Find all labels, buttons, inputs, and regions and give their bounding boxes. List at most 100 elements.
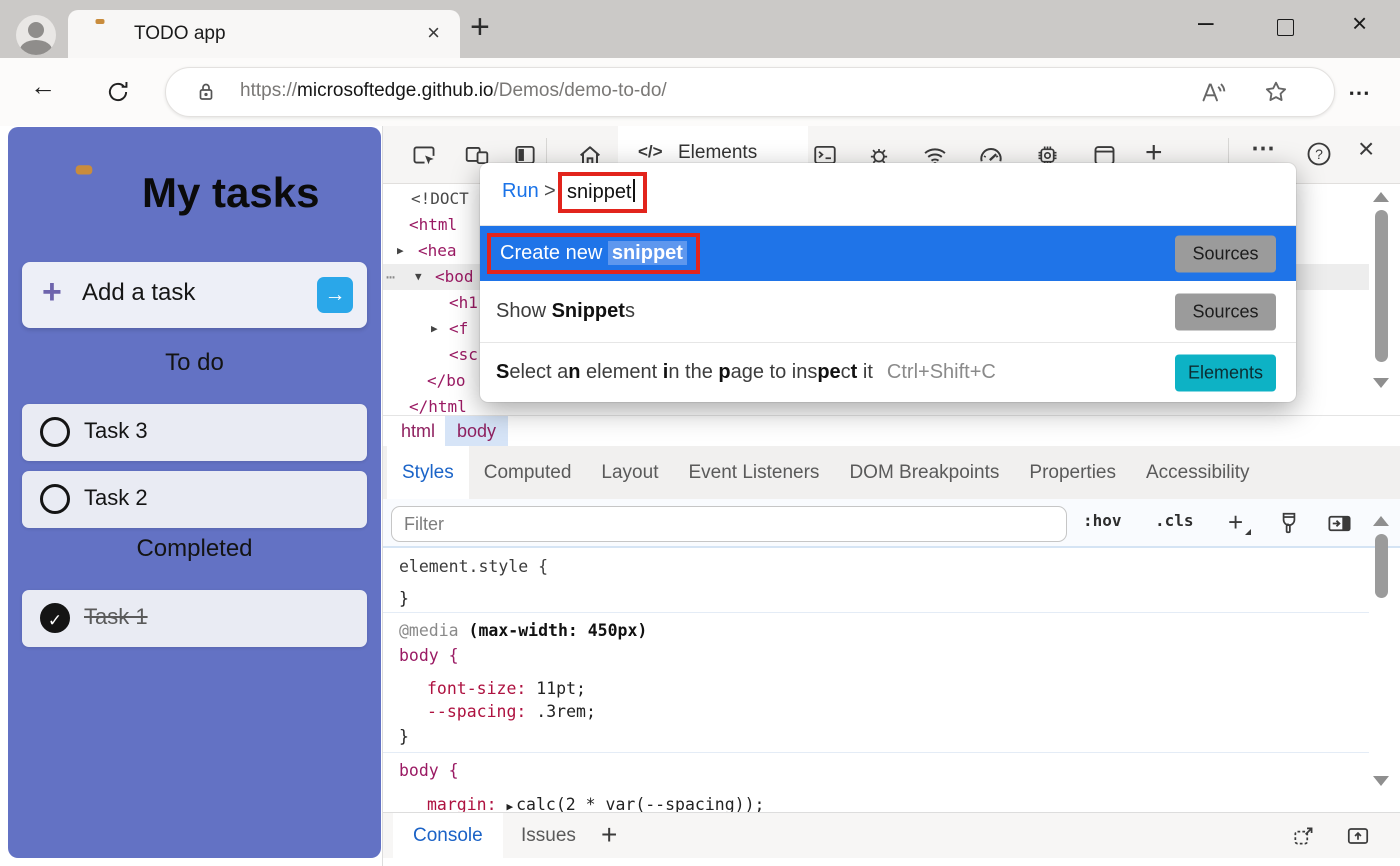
window-maximize-button[interactable] [1277, 19, 1294, 36]
new-style-rule-icon[interactable]: + [1228, 507, 1243, 538]
panel-badge-sources: Sources [1175, 293, 1276, 330]
command-chevron: > [544, 180, 556, 203]
result-create-new-snippet[interactable]: Create new snippet Sources [480, 226, 1296, 281]
inline-style-rule[interactable]: element.style { [399, 556, 548, 578]
tab-properties[interactable]: Properties [1014, 446, 1131, 499]
profile-avatar[interactable] [16, 15, 56, 55]
address-bar[interactable]: https://microsoftedge.github.io/Demos/de… [165, 67, 1335, 117]
open-computed-panel-icon[interactable] [1326, 510, 1353, 537]
devtools-drawer: Console Issues + [383, 812, 1400, 858]
command-mode-label: Run [502, 180, 539, 203]
styles-scrollbar-thumb[interactable] [1375, 534, 1388, 598]
help-icon[interactable]: ? [1305, 140, 1333, 168]
rule-close-brace: } [399, 726, 409, 748]
todo-section-heading: To do [8, 349, 381, 377]
panel-badge-sources: Sources [1175, 235, 1276, 272]
result-show-snippets[interactable]: Show Snippets Sources [480, 281, 1296, 342]
css-property[interactable]: --spacing: .3rem; [427, 701, 596, 723]
url-host: microsoftedge.github.io [297, 80, 493, 101]
command-query-text: snippet [567, 181, 632, 203]
tab-computed[interactable]: Computed [469, 446, 587, 499]
paintbrush-icon[interactable] [1276, 510, 1302, 536]
collapsed-arrow-icon[interactable]: ▶ [431, 316, 438, 342]
dom-scrollbar-up[interactable] [1373, 192, 1389, 202]
annotation-box-query: snippet [558, 172, 647, 213]
dom-scrollbar-down[interactable] [1373, 378, 1389, 388]
result-label: Show Snippets [496, 300, 635, 323]
tab-accessibility[interactable]: Accessibility [1131, 446, 1264, 499]
devtools-close-icon[interactable]: × [1358, 133, 1374, 165]
command-input-row[interactable]: Run > snippet [480, 163, 1296, 225]
favorite-star-icon[interactable] [1262, 78, 1290, 106]
css-property[interactable]: font-size: 11pt; [427, 678, 586, 700]
tab-title: TODO app [134, 23, 226, 45]
task-checkbox-checked[interactable]: ✓ [40, 603, 70, 633]
tab-event-listeners[interactable]: Event Listeners [673, 446, 834, 499]
dom-breadcrumb: html body [383, 415, 1400, 446]
styles-scrollbar-up[interactable] [1373, 516, 1389, 526]
browser-navbar: ← https://microsoftedge.github.io/Demos/… [0, 58, 1400, 126]
hover-state-toggle[interactable]: :hov [1083, 511, 1122, 530]
task-row[interactable]: Task 3 [22, 404, 367, 461]
task-row[interactable]: Task 2 [22, 471, 367, 528]
result-select-element[interactable]: Select an element in the page to inspect… [480, 342, 1296, 402]
browser-titlebar: TODO app × + – × [0, 0, 1400, 58]
lock-icon[interactable] [194, 80, 218, 104]
add-task-field[interactable]: + Add a task → [22, 262, 367, 328]
css-rule-body[interactable]: body { [399, 760, 459, 782]
tab-layout[interactable]: Layout [586, 446, 673, 499]
task-row-completed[interactable]: ✓ Task 1 [22, 590, 367, 647]
browser-window: TODO app × + – × ← https://microsoftedge… [0, 0, 1400, 866]
command-results: Create new snippet Sources Show Snippets… [480, 225, 1296, 402]
tab-dom-breakpoints[interactable]: DOM Breakpoints [834, 446, 1014, 499]
styles-scrollbar-down[interactable] [1373, 776, 1389, 786]
collapsed-arrow-icon[interactable]: ▶ [397, 238, 404, 264]
panel-badge-elements: Elements [1175, 354, 1276, 391]
task-label: Task 3 [84, 418, 148, 444]
browser-settings-menu-icon[interactable]: ⋯ [1348, 80, 1371, 106]
text-caret [633, 179, 635, 202]
breadcrumb-body[interactable]: body [445, 416, 508, 446]
app-title: My tasks [142, 169, 319, 217]
window-close-button[interactable]: × [1352, 8, 1367, 39]
tab-styles[interactable]: Styles [387, 446, 469, 499]
back-button-icon[interactable]: ← [30, 71, 56, 102]
task-checkbox[interactable] [40, 484, 70, 514]
rule-divider [383, 612, 1369, 613]
drawer-tab-issues[interactable]: Issues [501, 813, 596, 859]
new-tab-button[interactable]: + [470, 8, 490, 47]
browser-tab-todo-app[interactable]: TODO app × [68, 10, 460, 58]
read-aloud-icon[interactable] [1199, 79, 1226, 106]
add-task-submit-button[interactable]: → [317, 277, 353, 313]
drawer-more-tabs-icon[interactable]: + [601, 819, 617, 851]
breadcrumb-html[interactable]: html [389, 416, 447, 446]
media-query[interactable]: @media (max-width: 450px) [399, 620, 647, 642]
elements-tab-label: Elements [678, 142, 757, 164]
inspect-element-icon[interactable] [411, 142, 437, 168]
task-checkbox[interactable] [40, 417, 70, 447]
task-label: Task 2 [84, 485, 148, 511]
css-property-clipped[interactable]: margin: ▶calc(2 * var(--spacing)); [427, 794, 764, 812]
result-label: Create new snippet [500, 241, 687, 265]
devtools-more-menu-icon[interactable]: ⋯ [1251, 134, 1276, 163]
node-overflow-icon[interactable]: ⋯ [386, 264, 396, 290]
open-in-new-tool-icon[interactable] [1291, 823, 1317, 849]
page-viewport: My tasks + Add a task → To do Task 3 Tas… [0, 126, 382, 866]
element-classes-toggle[interactable]: .cls [1155, 511, 1194, 530]
styles-pane: element.style { } @media (max-width: 450… [383, 548, 1369, 812]
tab-close-icon[interactable]: × [427, 20, 440, 46]
window-minimize-button[interactable]: – [1198, 6, 1214, 38]
command-menu: Run > snippet Create new snippet Sources… [480, 163, 1296, 402]
bring-to-front-icon[interactable] [1345, 823, 1371, 849]
code-brackets-icon: </> [638, 142, 663, 162]
refresh-icon[interactable] [105, 79, 131, 105]
todo-header: My tasks [8, 167, 381, 231]
styles-filter-input[interactable] [391, 506, 1067, 542]
add-task-placeholder: Add a task [82, 279, 195, 307]
drawer-tab-console[interactable]: Console [393, 813, 503, 859]
css-rule-body-media[interactable]: body { [399, 645, 459, 667]
expanded-arrow-icon[interactable]: ▼ [415, 264, 422, 290]
url-scheme: https:// [240, 80, 297, 101]
dom-scrollbar-thumb[interactable] [1375, 210, 1388, 362]
rule-divider [383, 752, 1369, 753]
